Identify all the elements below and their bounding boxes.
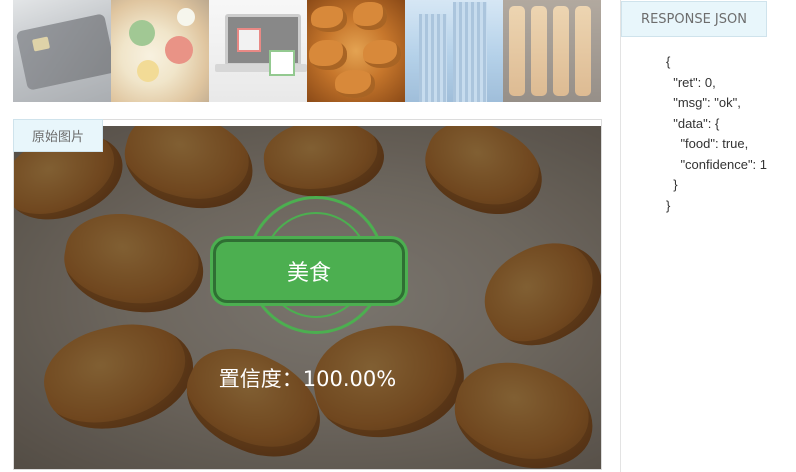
response-json: { "ret": 0, "msg": "ok", "data": { "food…: [666, 54, 768, 213]
result-badge: 美食: [213, 239, 405, 303]
original-image-tag: 原始图片: [13, 119, 103, 152]
confidence-value: 100.00%: [302, 367, 397, 391]
response-json-tag: RESPONSE JSON: [621, 1, 767, 37]
thumb-grilled-skewers[interactable]: [503, 0, 601, 102]
original-image-panel: 美食 置信度：100.00%: [13, 119, 602, 470]
thumb-skyscrapers[interactable]: [405, 0, 503, 102]
thumb-chicken-wings[interactable]: [307, 0, 405, 102]
thumb-plated-food[interactable]: [111, 0, 209, 102]
confidence-readout: 置信度：100.00%: [14, 363, 601, 393]
thumb-laptop-gift[interactable]: [209, 0, 307, 102]
sample-image-strip: [13, 0, 602, 102]
column-divider: [620, 0, 621, 472]
confidence-label: 置信度：: [218, 367, 303, 391]
thumb-bank-card[interactable]: [13, 0, 111, 102]
